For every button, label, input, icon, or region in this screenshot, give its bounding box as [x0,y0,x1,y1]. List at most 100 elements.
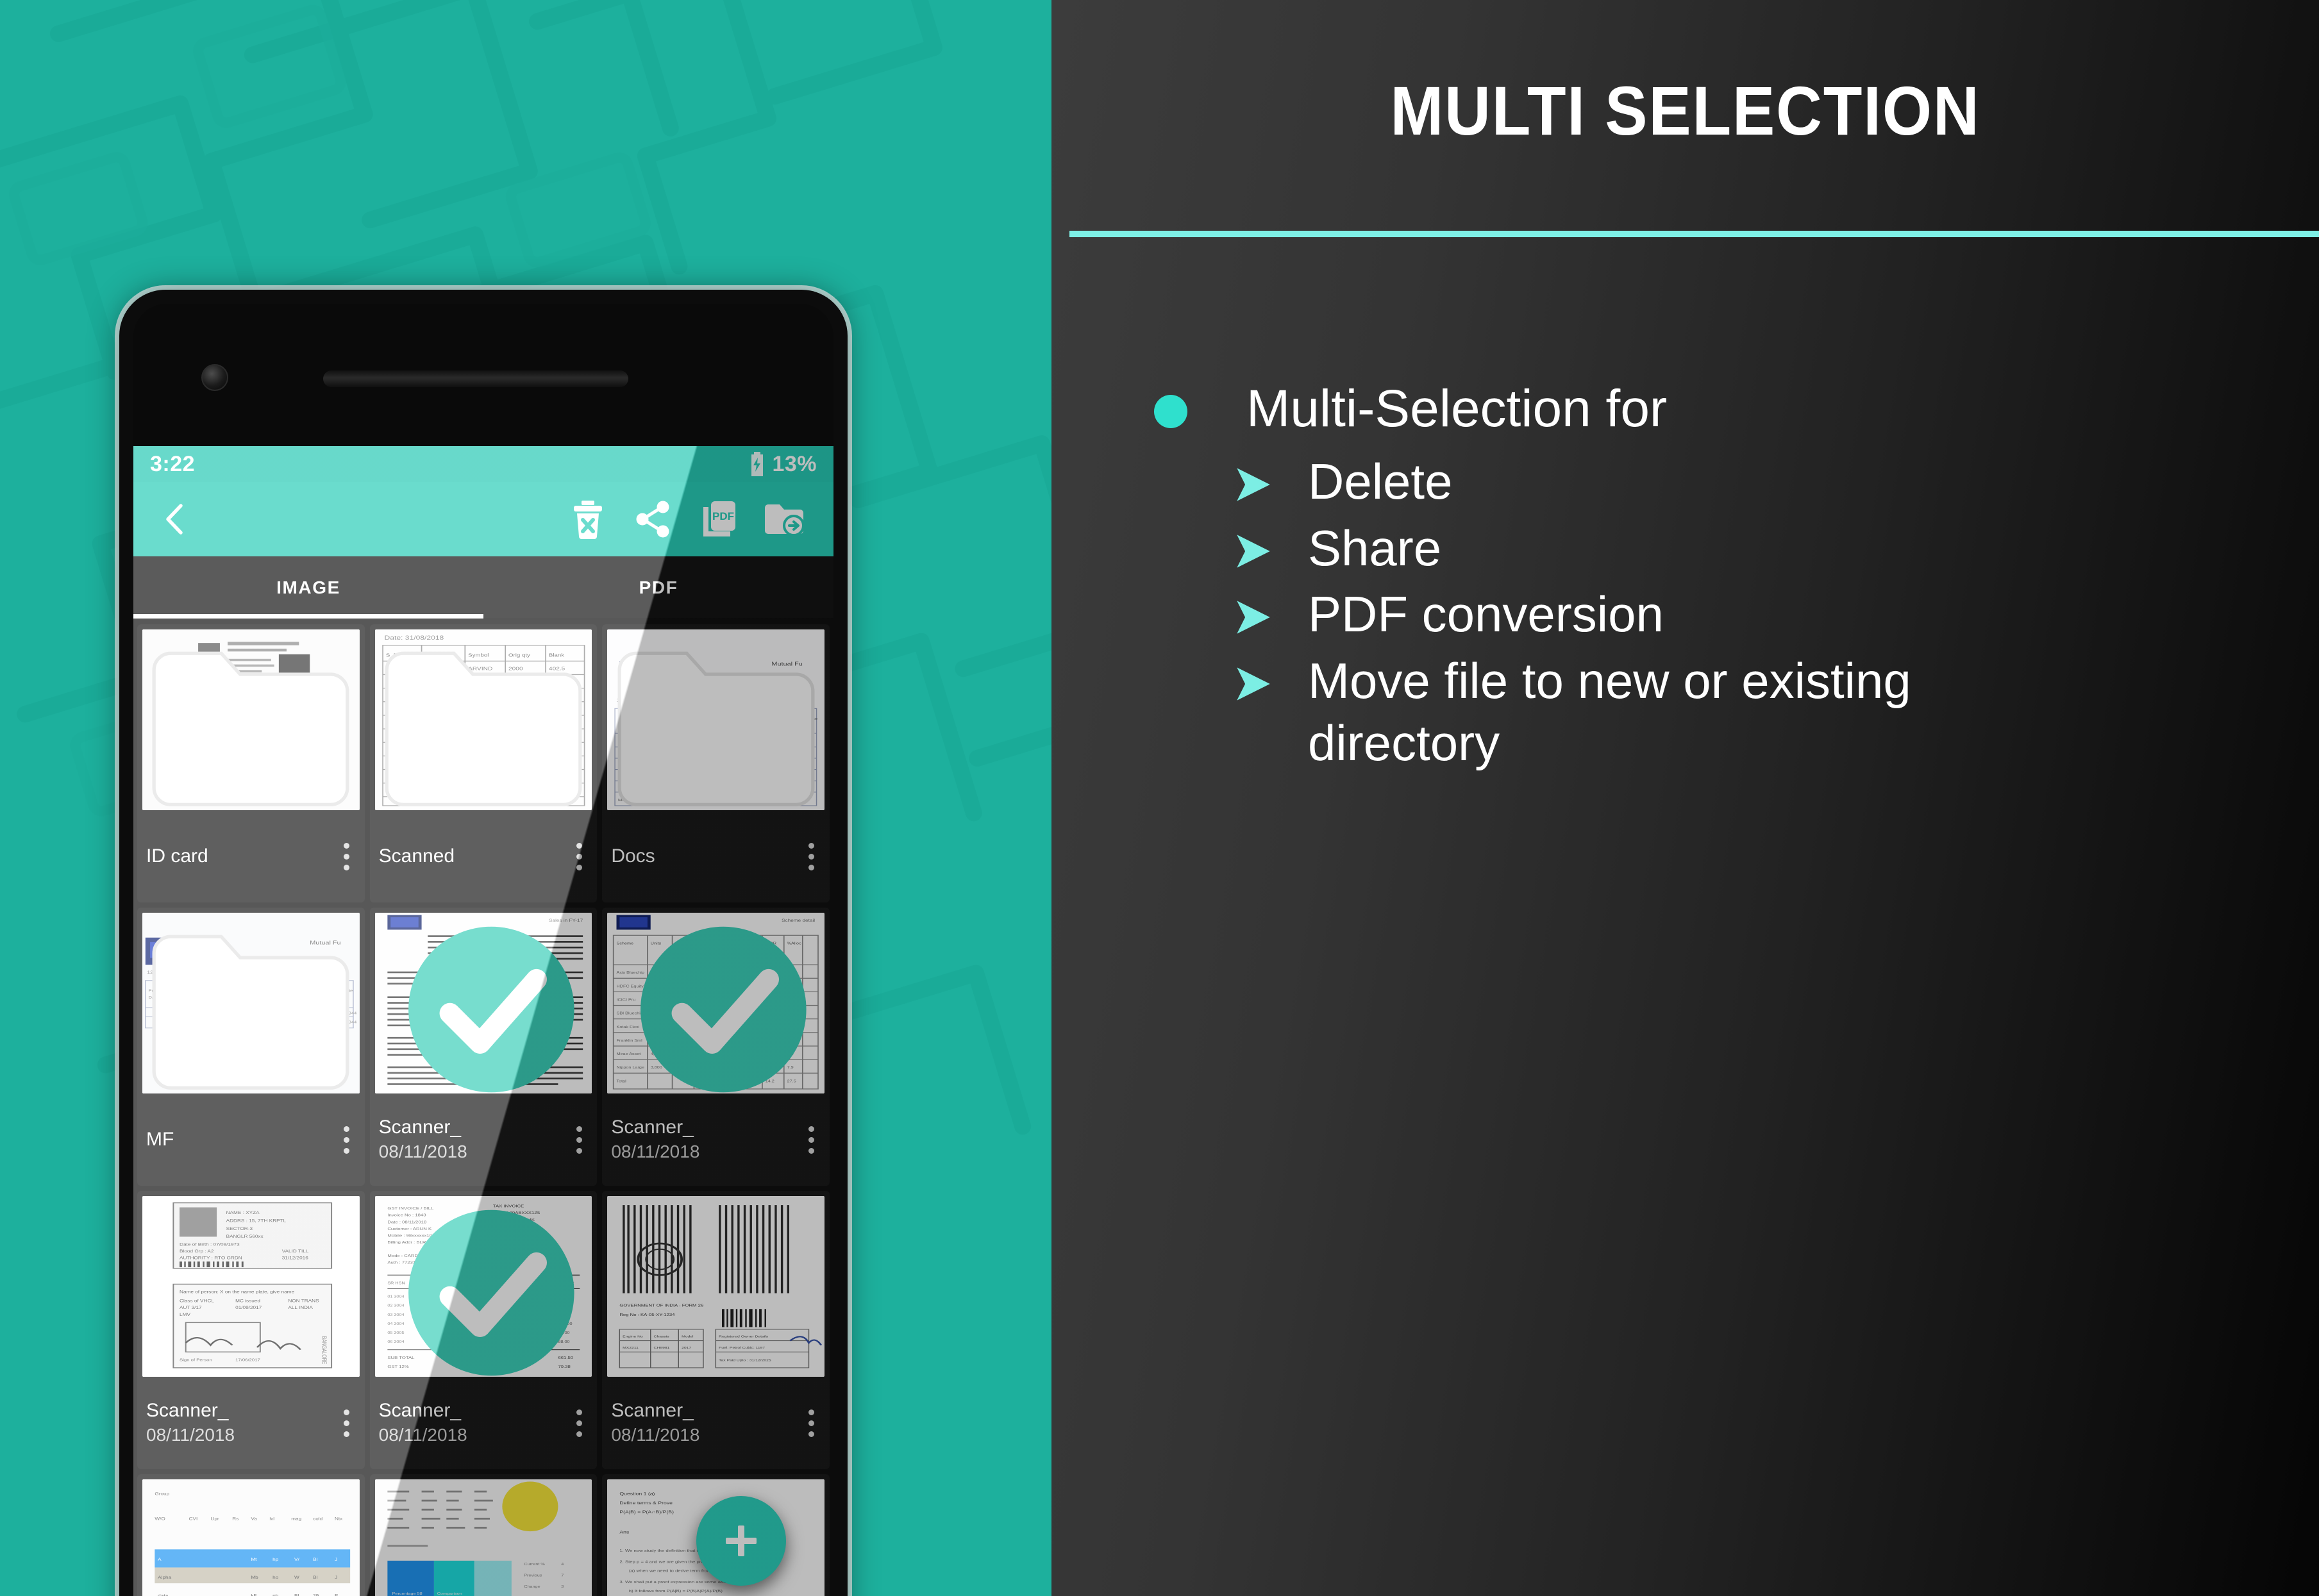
grid-item[interactable]: GST INVOICE / BILL Invoice No : 1843 Dat… [369,1191,598,1469]
item-overflow-menu-icon[interactable] [798,1409,826,1437]
item-overflow-menu-icon[interactable] [565,1126,593,1154]
svg-text:ADDRS : 15, 7TH KRPTL: ADDRS : 15, 7TH KRPTL [226,1218,287,1223]
phone-mockup: 3:22 13% PDF IMAGE PDF ID card Date: 31/… [119,290,848,1596]
document-grid: ID card Date: 31/08/2018 Symbol Orig qty… [133,619,833,1596]
item-date: 08/11/2018 [378,1425,467,1445]
item-title: Scanner_ [378,1117,462,1138]
item-title: Scanner_ [146,1400,229,1422]
svg-text:b) It follows from P(A|B) = P(: b) It follows from P(A|B) = P(B|A)P(A)/P… [629,1590,723,1593]
item-meta: Scanner_ 08/11/2018 [602,1377,830,1469]
svg-text:Comparison: Comparison [437,1592,462,1596]
svg-text:CVI: CVI [189,1517,198,1521]
svg-text:Sign of Person: Sign of Person [180,1358,212,1362]
svg-text:SECTOR-3: SECTOR-3 [226,1226,253,1231]
tab-pdf[interactable]: PDF [483,556,833,619]
svg-text:J: J [335,1557,338,1561]
slide-canvas: 3:22 13% PDF IMAGE PDF ID card Date: 31/… [0,0,2319,1596]
grid-item[interactable]: Percentage 58Comparison 2sales 58 Curren… [369,1474,598,1596]
item-overflow-menu-icon[interactable] [333,1409,361,1437]
item-text: Scanned [379,845,565,867]
tab-pdf-label: PDF [639,577,678,597]
grid-item[interactable]: GOVERNMENT OF INDIA - FORM 26 Reg No : K… [602,1191,830,1469]
list-item-label: Move file to new or existing directory [1308,652,1911,772]
grid-item[interactable]: Group W/O CVI Upr Rs Va lvl mag cold Ntx A Mt h… [137,1474,365,1596]
delete-icon[interactable] [555,486,621,552]
svg-text:Rs: Rs [232,1517,239,1521]
selected-check-icon [408,926,574,1093]
svg-text:Fuel: Petrol Cubic: 1197: Fuel: Petrol Cubic: 1197 [719,1347,765,1350]
item-meta: MF [137,1093,365,1186]
tab-image-label: IMAGE [276,577,340,597]
thumbnail: Scheme detail Scheme Units %Alloc Axis B… [607,913,825,1093]
selected-check-icon [408,1209,574,1376]
plus-icon [726,1525,757,1556]
item-meta: Scanner_ 08/11/2018 [137,1377,365,1469]
item-text: Scanner_ 08/11/2018 [146,1400,333,1445]
svg-text:W: W [294,1575,299,1579]
grid-item[interactable]: Mutual Fu 1234567 ARUN SWANTHALATH [602,624,830,902]
item-meta: Scanner_ 08/11/2018 [370,1093,598,1186]
svg-text:Model: Model [682,1335,693,1338]
list-item-label: Delete [1308,453,1453,510]
svg-text:Name of person: X on the name: Name of person: X on the name plate, giv… [180,1290,294,1294]
thumbnail: NAME : XYZA ADDRS : 15, 7TH KRPTL SECTOR-… [142,1196,360,1377]
svg-text:Change: Change [524,1585,540,1589]
item-text: Scanner_ 08/11/2018 [611,1400,798,1445]
svg-text:MC issued: MC issued [235,1299,260,1303]
thumbnail: Date: 31/08/2018 Symbol Orig qty Blank A… [374,629,592,810]
thumbnail: Mutual Fu 1234567 ARUN SWANTHALATH [142,913,360,1093]
item-text: Scanner_ 08/11/2018 [379,1400,565,1445]
page-title: MULTI SELECTION [1390,72,1980,149]
svg-text:3. We shall put a proof expres: 3. We shall put a proof expression are s… [620,1581,732,1584]
svg-text:A: A [158,1557,162,1561]
svg-text:cold: cold [313,1517,322,1521]
bullet-arrow-icon [1237,534,1270,568]
item-title: ID card [146,845,208,867]
add-button[interactable] [696,1496,786,1586]
grid-item[interactable]: Date: 31/08/2018 Symbol Orig qty Blank A… [369,624,598,902]
svg-text:hp: hp [272,1557,278,1561]
item-overflow-menu-icon[interactable] [565,1409,593,1437]
item-overflow-menu-icon[interactable] [333,842,361,870]
svg-text:2017: 2017 [682,1347,691,1350]
svg-text:Date of Birth : 07/09/1973: Date of Birth : 07/09/1973 [180,1242,240,1247]
list-item: Multi-Selection for [1154,378,2274,439]
item-title: Scanner_ [611,1117,694,1138]
grid-item[interactable]: NAME : XYZA ADDRS : 15, 7TH KRPTL SECTOR-… [137,1191,365,1469]
item-meta: Scanner_ 08/11/2018 [370,1377,598,1469]
list-item-label: PDF conversion [1308,586,1664,643]
list-item: Share [1232,517,2274,580]
svg-text:Current %: Current % [524,1563,545,1567]
grid-item[interactable]: Scheme detail Scheme Units %Alloc Axis B… [602,908,830,1186]
grid-item[interactable]: Sales in FY-17 Scanner_ 08/11/2018 [369,908,598,1186]
move-to-folder-icon[interactable] [751,486,817,552]
svg-text:Ntx: Ntx [335,1517,343,1521]
battery-charging-icon [751,452,764,476]
svg-text:LMV: LMV [180,1312,190,1317]
grid-item[interactable]: ID card [137,624,365,902]
phone-top-bezel [133,304,833,446]
item-date: 08/11/2018 [611,1142,700,1161]
item-title: Docs [611,845,655,867]
selection-toolbar: PDF [133,482,833,556]
svg-text:Chassis: Chassis [654,1335,669,1338]
svg-text:Question 1 (a): Question 1 (a) [620,1492,656,1496]
item-overflow-menu-icon[interactable] [333,1126,361,1154]
share-icon[interactable] [621,486,686,552]
svg-text:Class of VHCL: Class of VHCL [180,1299,214,1303]
item-overflow-menu-icon[interactable] [565,842,593,870]
tab-image[interactable]: IMAGE [133,556,483,619]
svg-text:Mb: Mb [251,1575,258,1579]
svg-text:Define terms & Prove: Define terms & Prove [620,1500,673,1505]
back-arrow-icon[interactable] [150,486,215,552]
svg-text:Upr: Upr [210,1517,219,1521]
svg-text:J: J [335,1575,338,1579]
list-item-label: Share [1308,519,1442,576]
pdf-convert-icon[interactable]: PDF [686,486,751,552]
grid-item[interactable]: Mutual Fu 1234567 ARUN SWANTHALATH [137,908,365,1186]
svg-text:E: E [335,1593,339,1596]
item-overflow-menu-icon[interactable] [798,842,826,870]
item-overflow-menu-icon[interactable] [798,1126,826,1154]
svg-text:mag: mag [291,1517,301,1521]
thumbnail: Percentage 58Comparison 2sales 58 Curren… [374,1479,592,1596]
